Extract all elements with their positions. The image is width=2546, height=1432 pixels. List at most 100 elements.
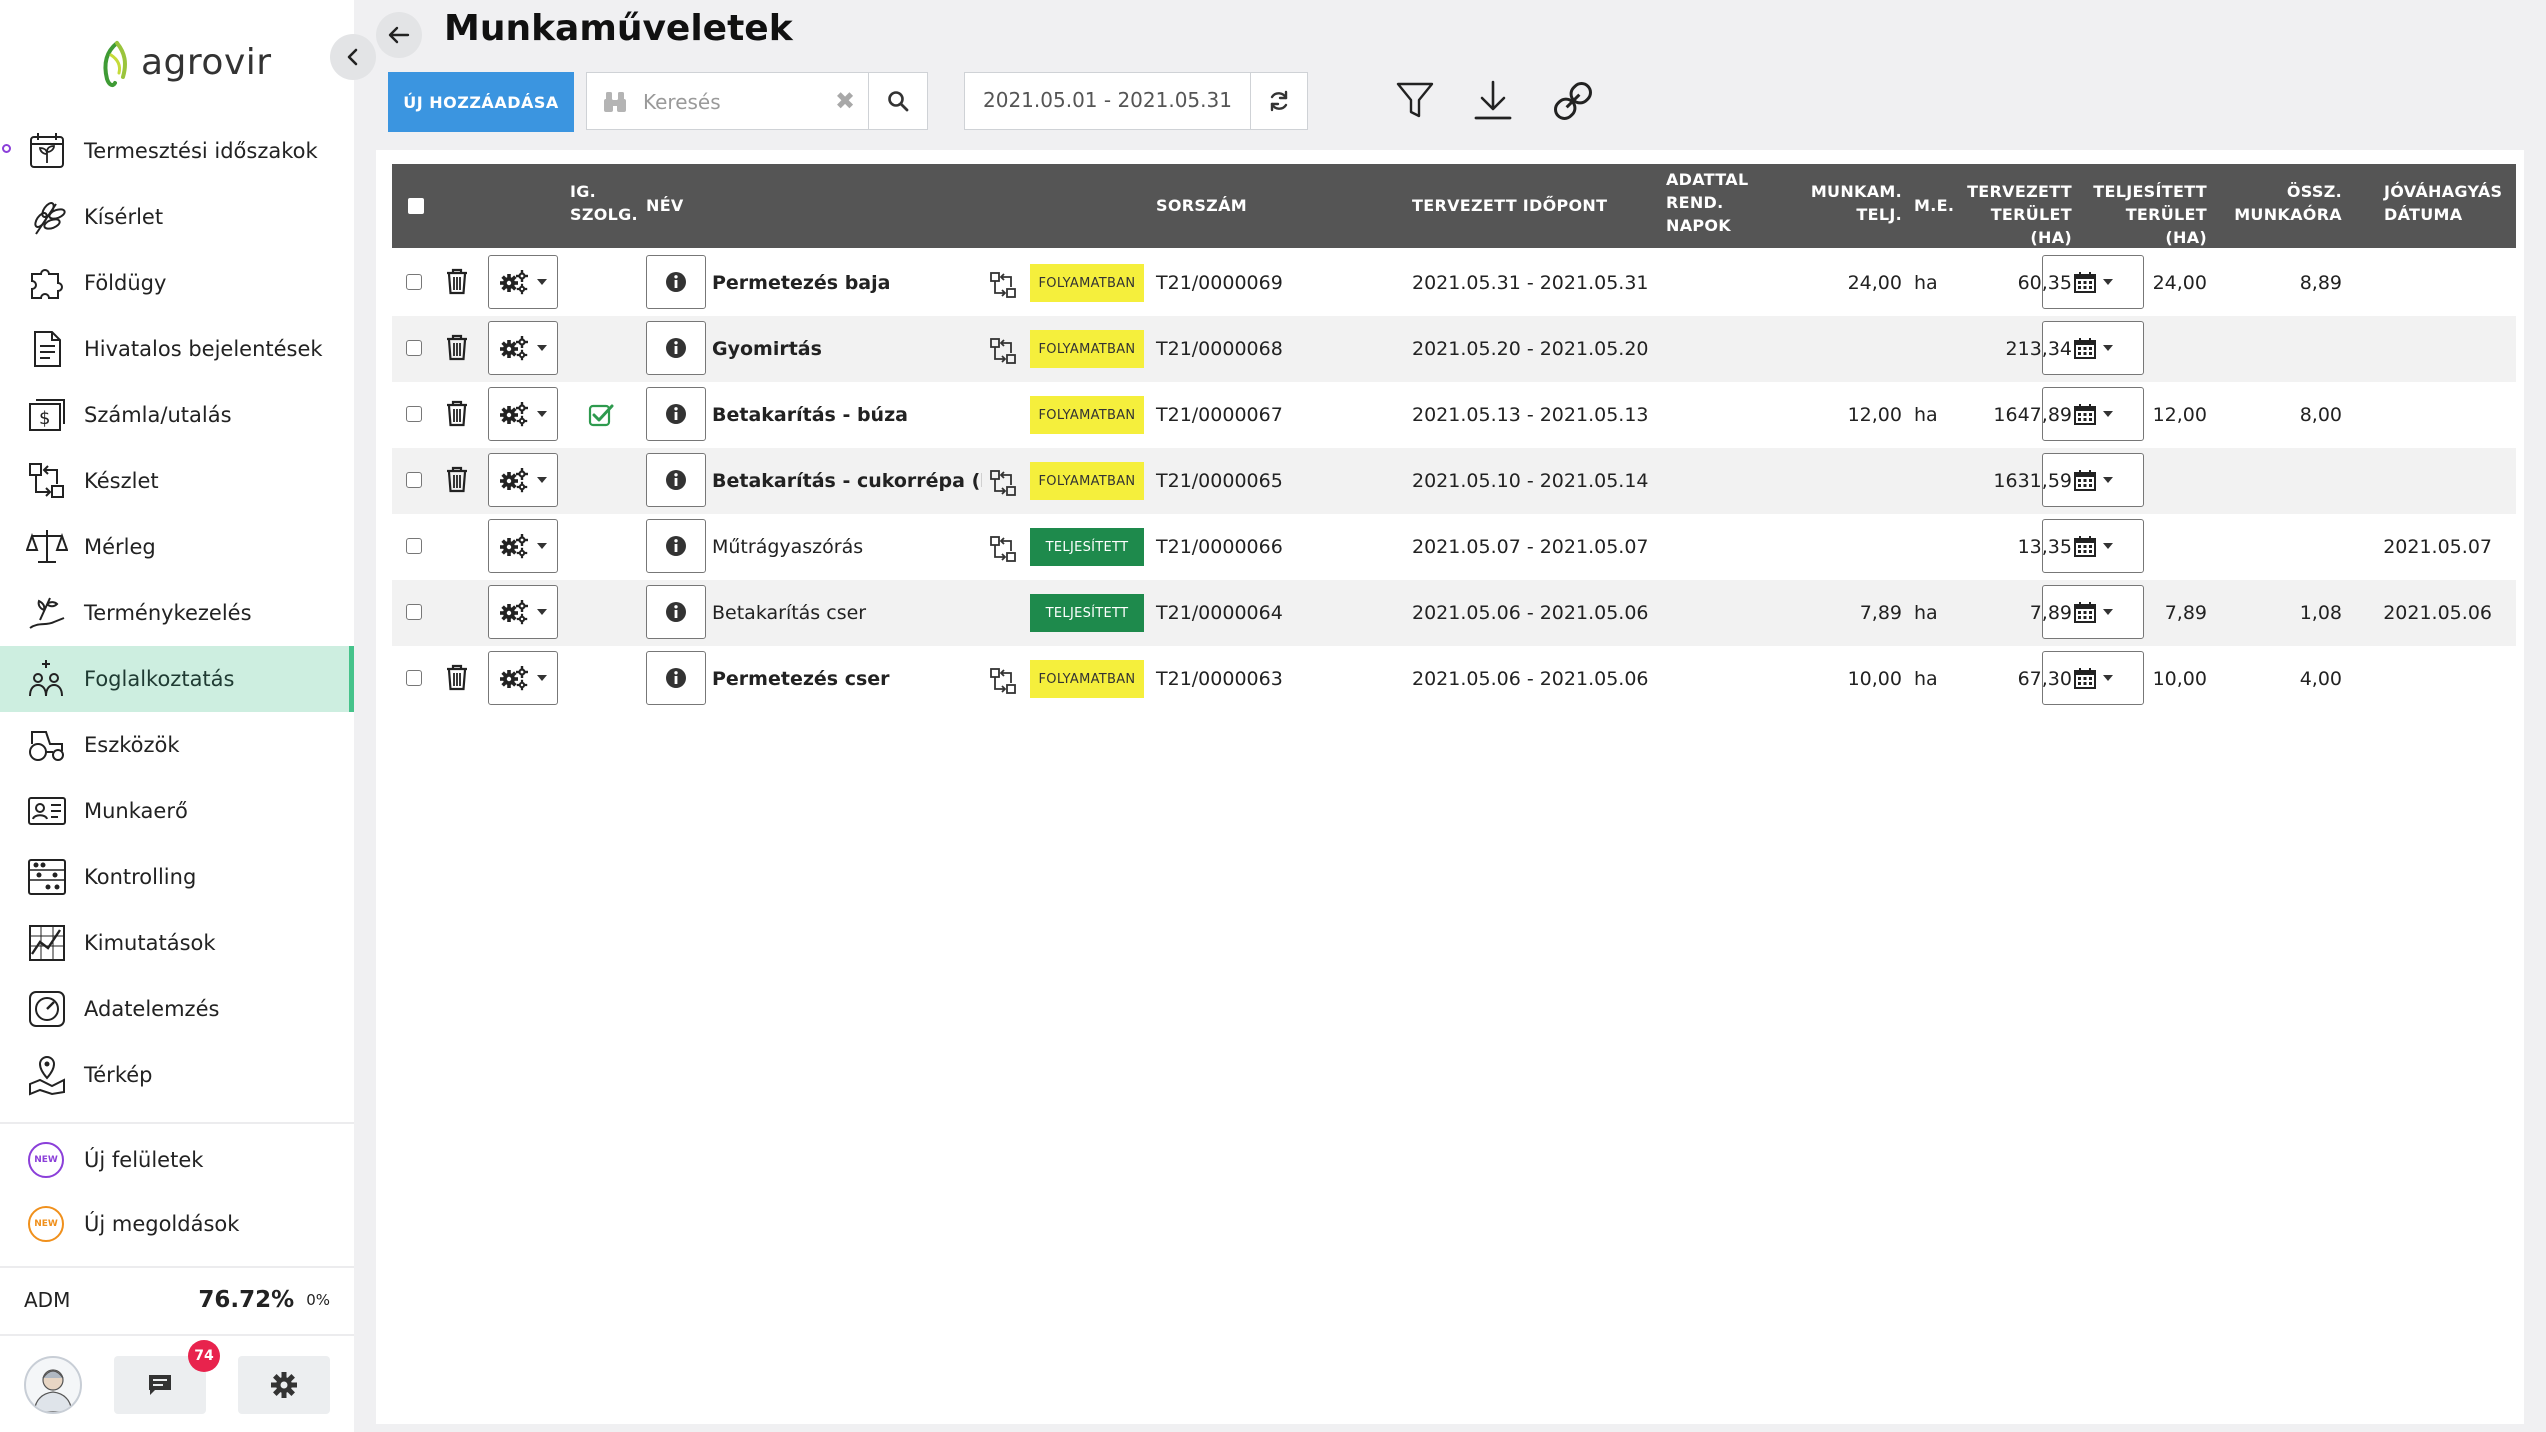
- workflow-icon[interactable]: [988, 270, 1018, 300]
- new-item-1[interactable]: NEW Új megoldások: [0, 1192, 354, 1256]
- new-badge-icon: NEW: [28, 1206, 64, 1242]
- refresh-button[interactable]: [1250, 73, 1307, 129]
- trash-icon[interactable]: [444, 266, 470, 296]
- sidebar-item-9[interactable]: Eszközök: [0, 712, 354, 778]
- status-badge: FOLYAMATBAN: [1030, 264, 1144, 302]
- binoculars-icon: [604, 92, 626, 112]
- col-munkam-telj[interactable]: MUNKAM. TELJ.: [1792, 180, 1902, 226]
- sidebar-item-3[interactable]: Hivatalos bejelentések: [0, 316, 354, 382]
- status-badge: FOLYAMATBAN: [1030, 462, 1144, 500]
- actions-dropdown-button[interactable]: [488, 519, 558, 573]
- serial-number: T21/0000065: [1156, 470, 1283, 492]
- sidebar-item-14[interactable]: Térkép: [0, 1042, 354, 1108]
- actions-dropdown-button[interactable]: [488, 255, 558, 309]
- search-input[interactable]: [641, 85, 835, 119]
- trash-icon[interactable]: [444, 662, 470, 692]
- info-button[interactable]: [646, 651, 706, 705]
- row-checkbox[interactable]: [406, 604, 422, 620]
- info-button[interactable]: [646, 387, 706, 441]
- col-teljesitett-terulet[interactable]: TELJESÍTETT TERÜLET (HA): [2082, 180, 2207, 249]
- info-button[interactable]: [646, 519, 706, 573]
- sidebar-item-13[interactable]: Adatelemzés: [0, 976, 354, 1042]
- table-row: Betakarítás - búza FOLYAMATBAN T21/0000067…: [392, 382, 2516, 448]
- caret-down-icon: [537, 477, 547, 483]
- col-tervezett-terulet[interactable]: TERVEZETT TERÜLET (HA): [1952, 180, 2072, 249]
- info-icon: [665, 271, 687, 293]
- info-button[interactable]: [646, 321, 706, 375]
- total-hours-value: 8,89: [2299, 272, 2342, 294]
- sidebar-item-2[interactable]: Földügy: [0, 250, 354, 316]
- select-all-checkbox[interactable]: [408, 198, 424, 214]
- sidebar-item-5[interactable]: Készlet: [0, 448, 354, 514]
- stock-icon: [29, 463, 64, 498]
- caret-down-icon: [537, 543, 547, 549]
- workflow-icon[interactable]: [988, 468, 1018, 498]
- info-button[interactable]: [646, 255, 706, 309]
- sidebar-item-label: Eszközök: [84, 733, 180, 757]
- row-checkbox[interactable]: [406, 340, 422, 356]
- gears-icon: [499, 467, 531, 493]
- trash-icon[interactable]: [444, 464, 470, 494]
- info-button[interactable]: [646, 453, 706, 507]
- info-icon: [665, 337, 687, 359]
- serial-number: T21/0000063: [1156, 668, 1283, 690]
- sidebar-item-12[interactable]: Kimutatások: [0, 910, 354, 976]
- info-button[interactable]: [646, 585, 706, 639]
- analytics-icon: [29, 991, 65, 1027]
- sidebar-item-6[interactable]: Mérleg: [0, 514, 354, 580]
- col-nev[interactable]: NÉV: [646, 194, 684, 217]
- download-icon[interactable]: [1470, 78, 1516, 124]
- search-button[interactable]: [868, 73, 927, 129]
- status-badge: FOLYAMATBAN: [1030, 330, 1144, 368]
- work-done-value: [1792, 448, 1902, 514]
- row-checkbox[interactable]: [406, 406, 422, 422]
- new-item-0[interactable]: NEW Új felületek: [0, 1128, 354, 1192]
- avatar[interactable]: [24, 1356, 82, 1414]
- workflow-icon[interactable]: [988, 666, 1018, 696]
- trash-icon[interactable]: [444, 332, 470, 362]
- sidebar-item-7[interactable]: Terménykezelés: [0, 580, 354, 646]
- settings-button[interactable]: [238, 1356, 330, 1414]
- row-checkbox[interactable]: [406, 670, 422, 686]
- clear-search-icon[interactable]: ✖: [835, 87, 855, 115]
- col-tervezett-idopont[interactable]: TERVEZETT IDŐPONT: [1412, 194, 1607, 217]
- sidebar-item-8[interactable]: Foglalkoztatás: [0, 646, 354, 712]
- date-range-field[interactable]: 2021.05.01 - 2021.05.31: [964, 72, 1308, 130]
- col-jovahagyas-datuma[interactable]: JÓVÁHAGYÁS DÁTUMA: [2384, 180, 2502, 226]
- planned-time: 2021.05.20 - 2021.05.20: [1412, 338, 1649, 360]
- sidebar-item-11[interactable]: Kontrolling: [0, 844, 354, 910]
- row-checkbox[interactable]: [406, 274, 422, 290]
- col-sorszam[interactable]: SORSZÁM: [1156, 194, 1247, 217]
- actions-dropdown-button[interactable]: [488, 585, 558, 639]
- col-ossz-munkaora[interactable]: ÖSSZ. MUNKAÓRA: [2222, 180, 2342, 226]
- filter-icon[interactable]: [1392, 78, 1438, 124]
- serial-number: T21/0000069: [1156, 272, 1283, 294]
- row-checkbox[interactable]: [406, 538, 422, 554]
- table-row: Gyomirtás FOLYAMATBAN T21/0000068 2021.05.2…: [392, 316, 2516, 382]
- back-button[interactable]: [376, 12, 422, 58]
- actions-dropdown-button[interactable]: [488, 387, 558, 441]
- completed-area-value: [2082, 448, 2207, 514]
- actions-dropdown-button[interactable]: [488, 651, 558, 705]
- planned-area-value: 1647,89: [1993, 404, 2072, 426]
- row-checkbox[interactable]: [406, 472, 422, 488]
- trash-icon[interactable]: [444, 398, 470, 428]
- workflow-icon[interactable]: [988, 534, 1018, 564]
- add-new-button[interactable]: ÚJ HOZZÁADÁSA: [388, 72, 574, 132]
- sidebar-item-4[interactable]: $ Számla/utalás: [0, 382, 354, 448]
- collapse-sidebar-button[interactable]: [330, 34, 376, 80]
- chevron-left-icon: [347, 48, 358, 66]
- link-icon[interactable]: [1550, 78, 1596, 124]
- agrovir-logo[interactable]: agrovir: [97, 30, 272, 94]
- workflow-icon[interactable]: [988, 336, 1018, 366]
- actions-dropdown-button[interactable]: [488, 453, 558, 507]
- actions-dropdown-button[interactable]: [488, 321, 558, 375]
- gears-icon: [499, 269, 531, 295]
- sidebar-item-1[interactable]: Kísérlet: [0, 184, 354, 250]
- col-me[interactable]: M.E.: [1914, 194, 1954, 217]
- sidebar-item-10[interactable]: Munkaerő: [0, 778, 354, 844]
- sidebar-item-0[interactable]: Termesztési időszakok: [0, 118, 354, 184]
- col-adattal-rend-napok[interactable]: ADATTAL REND. NAPOK: [1666, 168, 1748, 237]
- crop-handling-icon: [29, 597, 65, 629]
- caret-down-icon: [537, 609, 547, 615]
